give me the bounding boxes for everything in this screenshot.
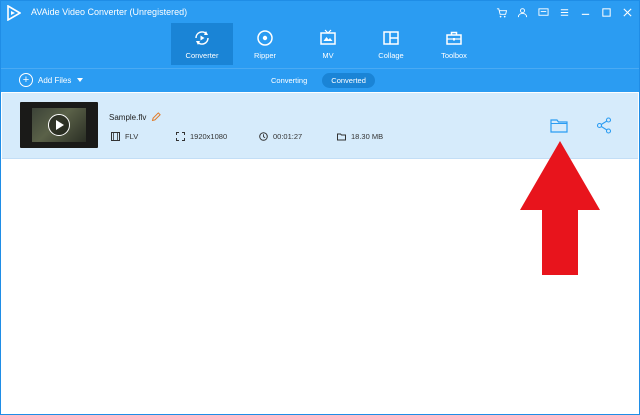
minimize-icon[interactable]	[577, 4, 593, 20]
file-name-group: Sample.flv	[109, 112, 162, 122]
menu-icon[interactable]	[556, 4, 572, 20]
toolbox-icon	[445, 29, 463, 47]
converter-icon	[193, 29, 211, 47]
app-logo-icon	[7, 5, 21, 21]
maximize-icon[interactable]	[598, 4, 614, 20]
collage-icon	[382, 29, 400, 47]
share-icon[interactable]	[596, 117, 612, 134]
tab-label: Collage	[378, 51, 404, 60]
tab-converter[interactable]: Converter	[171, 23, 233, 65]
tab-ripper[interactable]: Ripper	[234, 23, 296, 65]
tab-mv[interactable]: MV	[297, 23, 359, 65]
play-icon[interactable]	[48, 114, 70, 136]
toolbar: + Add Files Converting Converted	[1, 68, 639, 92]
file-format: FLV	[125, 132, 139, 141]
open-folder-icon[interactable]	[550, 117, 568, 133]
file-name: Sample.flv	[109, 112, 147, 122]
tab-collage[interactable]: Collage	[360, 23, 422, 65]
add-files-button[interactable]: + Add Files	[19, 73, 84, 87]
add-files-label: Add Files	[38, 75, 72, 85]
mv-icon	[319, 29, 337, 47]
size-info: 18.30 MB	[337, 132, 383, 141]
folder-size-icon	[337, 132, 346, 141]
clock-icon	[259, 132, 268, 141]
tab-toolbox[interactable]: Toolbox	[423, 23, 485, 65]
file-duration: 00:01:27	[273, 132, 303, 141]
film-icon	[111, 132, 120, 141]
tab-label: Converter	[185, 51, 219, 60]
feedback-icon[interactable]	[535, 4, 551, 20]
cart-icon[interactable]	[493, 4, 509, 20]
ripper-icon	[256, 29, 274, 47]
file-resolution: 1920x1080	[190, 132, 228, 141]
resolution-info: 1920x1080	[176, 132, 227, 141]
app-window: AVAide Video Converter (Unregistered) Co…	[0, 0, 640, 415]
converting-tab[interactable]: Converting	[262, 73, 316, 88]
format-info: FLV	[111, 132, 138, 141]
app-title: AVAide Video Converter (Unregistered)	[31, 7, 188, 17]
tab-label: Toolbox	[441, 51, 467, 60]
tab-label: MV	[322, 51, 334, 60]
user-icon[interactable]	[514, 4, 530, 20]
file-size: 18.30 MB	[351, 132, 384, 141]
plus-circle-icon: +	[19, 73, 33, 87]
close-icon[interactable]	[619, 4, 635, 20]
edit-pencil-icon[interactable]	[151, 112, 162, 122]
converted-tab[interactable]: Converted	[322, 73, 375, 88]
main-tabs: Converter Ripper MV Collage Toolbox	[171, 23, 486, 65]
red-arrow-annotation	[520, 141, 600, 275]
conversion-status-toggle: Converting Converted	[262, 73, 375, 88]
duration-info: 00:01:27	[259, 132, 302, 141]
window-controls	[493, 4, 635, 20]
video-thumbnail[interactable]	[20, 102, 98, 148]
caret-down-icon[interactable]	[77, 78, 84, 82]
resolution-icon	[176, 132, 185, 141]
tab-label: Ripper	[253, 51, 277, 60]
title-bar: AVAide Video Converter (Unregistered) Co…	[1, 1, 639, 68]
